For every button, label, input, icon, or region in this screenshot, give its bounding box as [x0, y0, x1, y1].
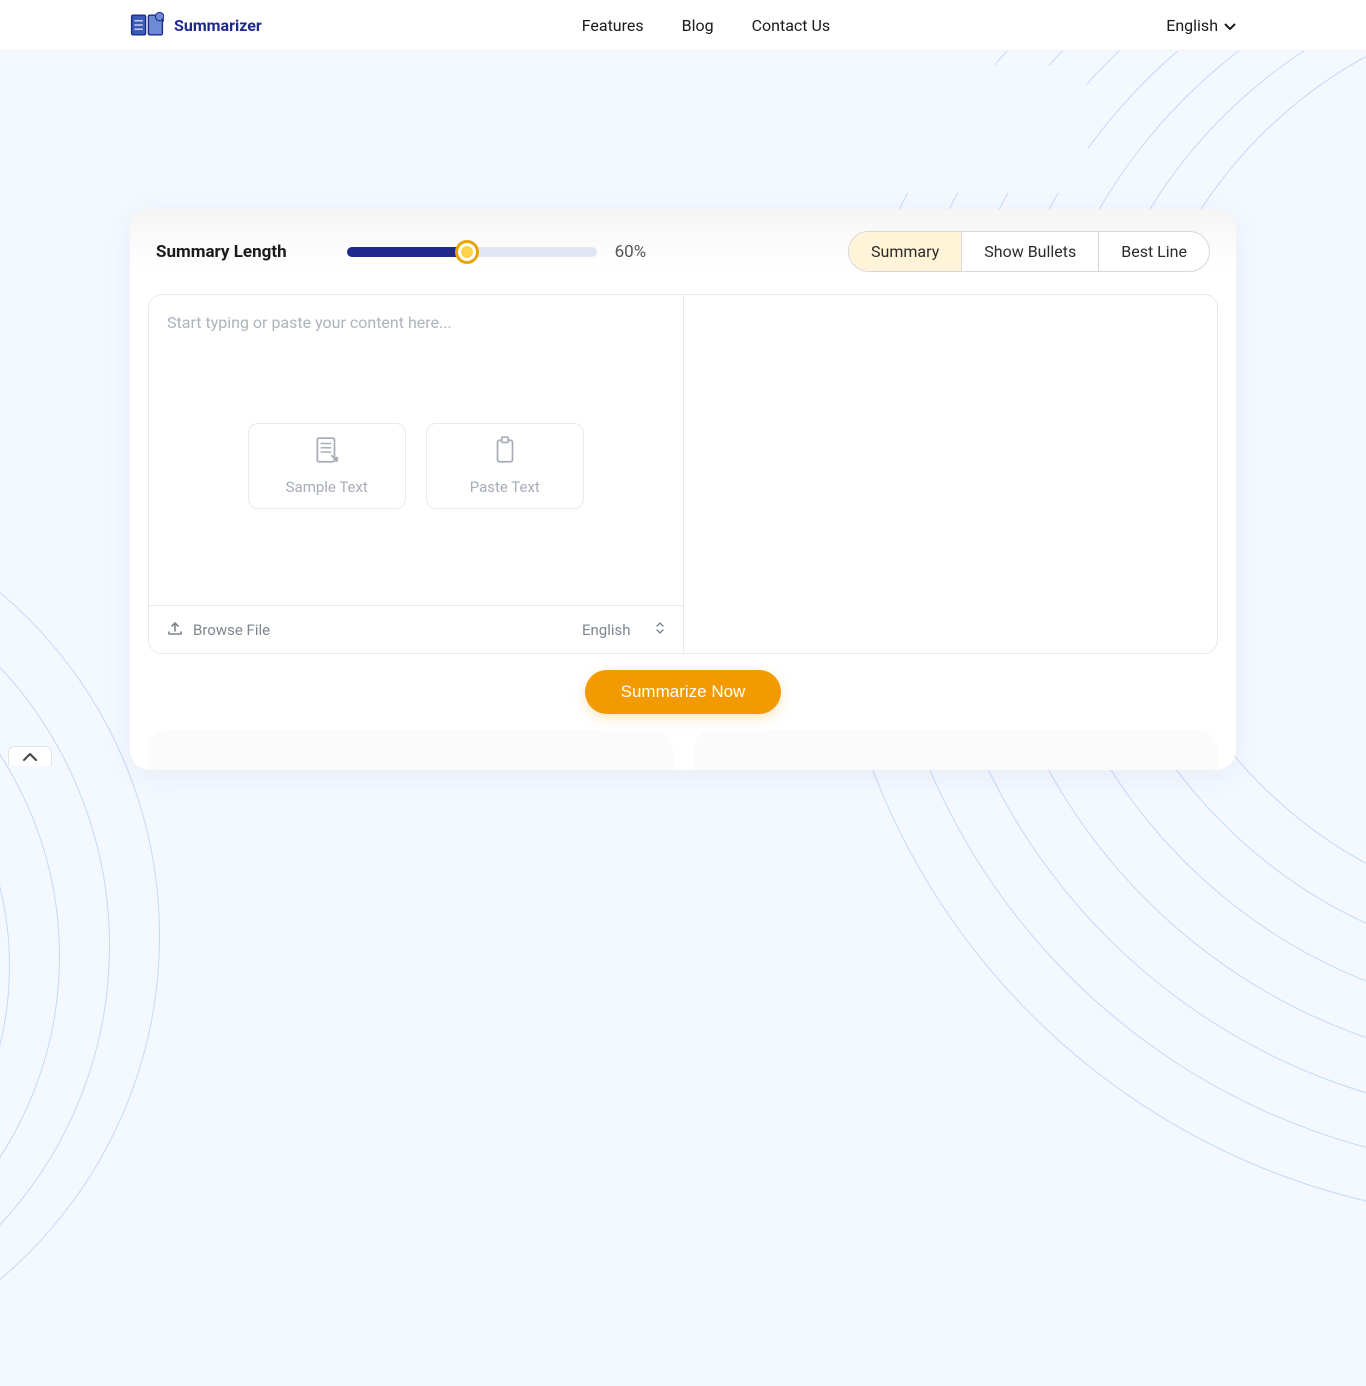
- input-language-label: English: [582, 621, 631, 639]
- paste-text-label: Paste Text: [470, 478, 540, 496]
- controls-row: Summary Length 60% Summary Show Bullets …: [130, 231, 1236, 294]
- chevron-down-icon: [1224, 16, 1236, 35]
- tab-bullets[interactable]: Show Bullets: [962, 232, 1099, 271]
- nav-blog[interactable]: Blog: [682, 16, 714, 35]
- slider-wrap: 60%: [347, 242, 647, 262]
- sort-icon: [655, 621, 665, 639]
- browse-file-label: Browse File: [193, 621, 270, 639]
- tab-bestline[interactable]: Best Line: [1099, 232, 1209, 271]
- nav-contact[interactable]: Contact Us: [752, 16, 831, 35]
- bottom-card-right: [693, 730, 1218, 770]
- tool-card: Summary Length 60% Summary Show Bullets …: [130, 209, 1236, 770]
- document-icon: [313, 436, 341, 466]
- slider-thumb[interactable]: [458, 243, 476, 261]
- slider-fill: [347, 247, 467, 257]
- input-placeholder: Start typing or paste your content here.…: [167, 313, 665, 332]
- nav-features[interactable]: Features: [582, 16, 644, 35]
- mode-tabs: Summary Show Bullets Best Line: [848, 231, 1210, 272]
- header: Summarizer Features Blog Contact Us Engl…: [0, 0, 1366, 51]
- input-footer: Browse File English: [149, 605, 683, 653]
- bottom-card-left: [148, 730, 673, 770]
- input-language-select[interactable]: English: [582, 621, 665, 639]
- slider-value: 60%: [615, 242, 647, 262]
- summarize-button[interactable]: Summarize Now: [585, 670, 782, 714]
- browse-file-button[interactable]: Browse File: [167, 620, 270, 640]
- upload-icon: [167, 620, 183, 640]
- summary-length-slider[interactable]: [347, 247, 597, 257]
- language-switch[interactable]: English: [1166, 16, 1236, 35]
- bottom-cards: [130, 730, 1236, 770]
- language-label: English: [1166, 16, 1218, 35]
- sample-text-label: Sample Text: [286, 478, 368, 496]
- clipboard-icon: [491, 436, 519, 466]
- text-input[interactable]: Start typing or paste your content here.…: [149, 295, 683, 605]
- book-icon: [130, 11, 164, 39]
- logo-text: Summarizer: [174, 16, 262, 35]
- output-panel: [684, 295, 1218, 653]
- quick-actions: Sample Text Paste Text: [248, 423, 584, 509]
- hero-placeholder: [278, 65, 1088, 193]
- logo[interactable]: Summarizer: [130, 11, 262, 39]
- sample-text-button[interactable]: Sample Text: [248, 423, 406, 509]
- main-nav: Features Blog Contact Us: [582, 16, 830, 35]
- tab-summary[interactable]: Summary: [849, 232, 962, 271]
- slider-label: Summary Length: [156, 242, 287, 262]
- paste-text-button[interactable]: Paste Text: [426, 423, 584, 509]
- scroll-top-button[interactable]: [8, 746, 52, 766]
- input-panel: Start typing or paste your content here.…: [149, 295, 684, 653]
- panels: Start typing or paste your content here.…: [148, 294, 1218, 654]
